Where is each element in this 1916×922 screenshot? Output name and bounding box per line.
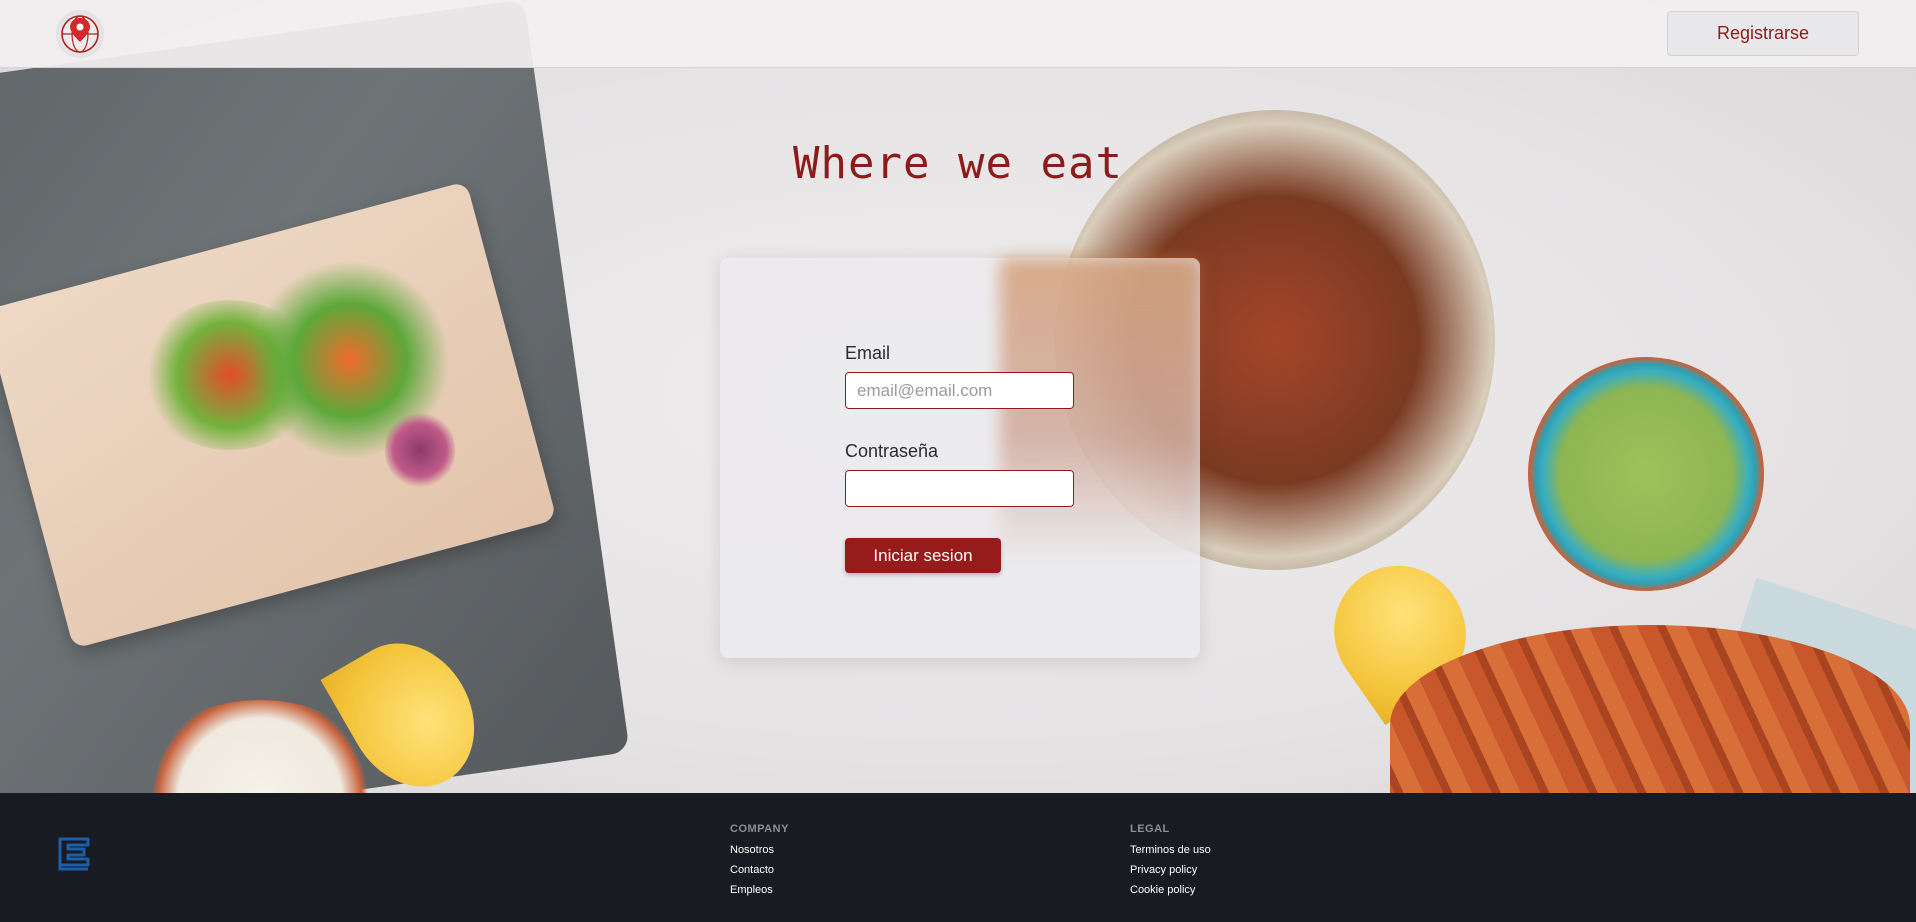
register-button[interactable]: Registrarse [1667, 11, 1859, 56]
red-onion [385, 410, 455, 490]
footer-column-company: COMPANY Nosotros Contacto Empleos [730, 823, 789, 904]
footer-link-nosotros[interactable]: Nosotros [730, 844, 789, 856]
password-field[interactable] [845, 470, 1074, 507]
footer-link-terms[interactable]: Terminos de uso [1130, 844, 1211, 856]
footer-link-contacto[interactable]: Contacto [730, 864, 789, 876]
login-button[interactable]: Iniciar sesion [845, 538, 1001, 573]
guacamole-bowl [1528, 357, 1764, 591]
map-pin-globe-icon[interactable] [56, 10, 104, 58]
top-navbar: Registrarse [0, 0, 1916, 68]
footer-link-cookie[interactable]: Cookie policy [1130, 884, 1211, 896]
footer-heading: COMPANY [730, 823, 789, 835]
password-label: Contraseña [845, 441, 939, 461]
footer-heading: LEGAL [1130, 823, 1170, 835]
page-title: Where we eat [793, 138, 1123, 189]
email-label: Email [845, 343, 891, 363]
footer-link-privacy[interactable]: Privacy policy [1130, 864, 1211, 876]
footer-link-empleos[interactable]: Empleos [730, 884, 789, 896]
stacked-layers-logo-icon[interactable] [58, 835, 90, 878]
footer-column-legal: LEGAL Terminos de uso Privacy policy Coo… [1130, 823, 1211, 904]
footer: COMPANY Nosotros Contacto Empleos LEGAL … [0, 793, 1916, 922]
email-field[interactable] [845, 372, 1074, 409]
